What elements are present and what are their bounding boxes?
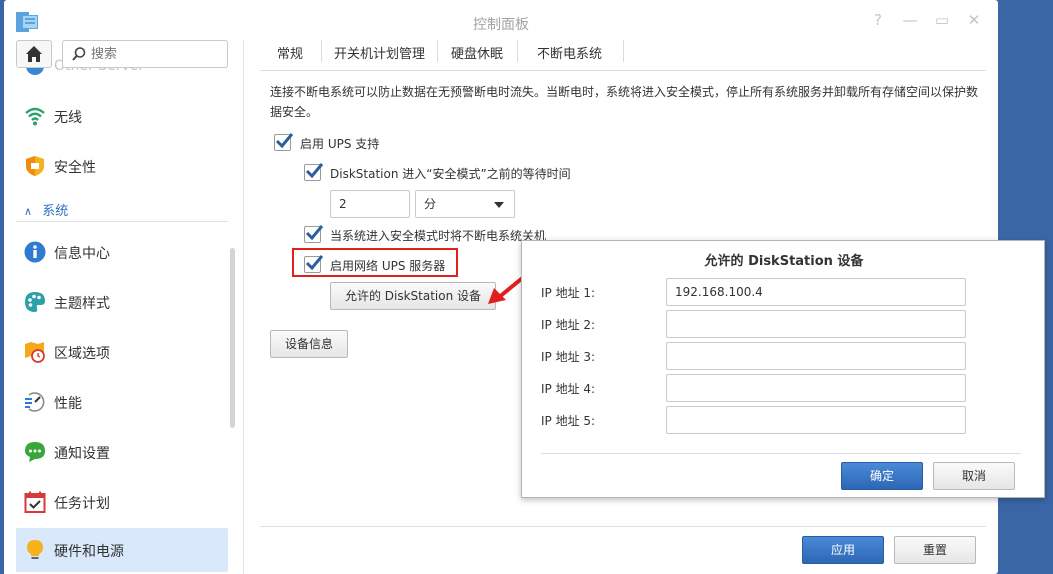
enable-ups-label: 启用 UPS 支持 [300,137,380,151]
cancel-button[interactable]: 取消 [933,462,1015,490]
tab-bar: 常规 开关机计划管理 硬盘休眠 不断电系统 [260,40,986,71]
ups-description: 连接不断电系统可以防止数据在无预警断电时流失。当断电时，系统将进入安全模式，停止… [270,85,979,119]
ip-address-4-label: IP 地址 4: [541,382,596,396]
reset-button[interactable]: 重置 [894,536,976,564]
ip-address-1-label: IP 地址 1: [541,286,596,300]
checkmark-icon [305,163,324,179]
home-icon [26,46,42,62]
ip-address-5-label: IP 地址 5: [541,414,596,428]
tab-separator [517,40,518,62]
sidebar-item-label: 硬件和电源 [54,544,124,560]
sidebar-item-label: 信息中心 [54,246,110,262]
wait-time-unit-select[interactable]: 分 [415,190,515,218]
sidebar-item-hardware-power[interactable]: 硬件和电源 [16,528,228,572]
sidebar-item-label: 区域选项 [54,346,110,362]
section-header-system[interactable]: ∧ 系统 [24,200,68,219]
tab-general[interactable]: 常规 [277,43,303,62]
wait-time-label: DiskStation 进入“安全模式”之前的等待时间 [330,167,571,181]
ip-address-3-label: IP 地址 3: [541,350,596,364]
checkmark-icon [275,133,294,149]
ok-button[interactable]: 确定 [841,462,923,490]
ip-address-5-input[interactable] [666,406,966,434]
sidebar-item-label: 安全性 [54,160,96,176]
tab-separator [437,40,438,62]
footer-divider [260,526,986,527]
ip-address-2-label: IP 地址 2: [541,318,596,332]
chat-icon [25,442,45,462]
sidebar-item-label: 任务计划 [54,496,110,512]
ip-address-3-input[interactable] [666,342,966,370]
bulb-icon [27,540,43,559]
search-input[interactable] [91,45,221,63]
ip-address-4-input[interactable] [666,374,966,402]
sidebar-item-security[interactable]: 安全性 [16,144,228,188]
ip-address-1-input[interactable]: 192.168.100.4 [666,278,966,306]
enable-ups-checkbox[interactable] [274,133,294,151]
sidebar-item-label: 性能 [54,396,82,412]
window-title: 控制面板 [473,17,529,33]
tab-hdd-hibernation[interactable]: 硬盘休眠 [451,43,503,62]
tab-separator [321,40,322,62]
maximize-icon[interactable]: ▭ [932,11,952,29]
search-box[interactable] [62,40,228,68]
tab-separator [623,40,624,62]
shutdown-ups-label: 当系统进入安全模式时将不断电系统关机 [330,229,547,243]
wait-time-input[interactable]: 2 [330,190,410,218]
divider [16,221,228,222]
section-header-label: 系统 [42,204,69,219]
allowed-devices-button[interactable]: 允许的 DiskStation 设备 [330,282,496,310]
sidebar-item-performance[interactable]: 性能 [16,380,228,424]
ip-address-2-input[interactable] [666,310,966,338]
info-icon [24,241,46,263]
caret-down-icon [494,202,504,208]
dialog-divider [541,453,1021,454]
close-icon[interactable]: ✕ [964,11,984,29]
wait-time-checkbox[interactable] [304,163,324,181]
sidebar-item-label: 通知设置 [54,446,110,462]
calendar-check-icon [24,491,46,513]
device-info-button[interactable]: 设备信息 [270,330,348,358]
help-icon[interactable]: ? [868,11,888,29]
tab-ups[interactable]: 不断电系统 [537,43,602,62]
chevron-up-icon: ∧ [24,205,33,218]
title-bar[interactable]: 控制面板 ? — ▭ ✕ [4,0,998,40]
dialog-title: 允许的 DiskStation 设备 [704,254,864,269]
palette-icon [25,292,45,312]
wifi-icon [25,107,45,126]
performance-icon [25,392,45,412]
sidebar-item-wireless[interactable]: 无线 [16,94,228,138]
sidebar-item-notifications[interactable]: 通知设置 [16,430,228,474]
home-button[interactable] [16,40,52,68]
minimize-icon[interactable]: — [900,11,920,29]
annotation-highlight-box [292,248,458,277]
sidebar: Other Server 无线 [4,40,244,574]
sidebar-item-regional-options[interactable]: 区域选项 [16,330,228,374]
allowed-devices-dialog: 允许的 DiskStation 设备 IP 地址 1: 192.168.100.… [521,240,1045,498]
shield-icon [26,156,44,176]
sidebar-item-task-scheduler[interactable]: 任务计划 [16,480,228,524]
sidebar-scrollbar[interactable] [230,248,235,428]
sidebar-item-label: 主题样式 [54,296,110,312]
sidebar-item-label: 无线 [54,110,82,126]
sidebar-item-info-center[interactable]: 信息中心 [16,230,228,274]
checkmark-icon [305,225,324,241]
tab-power-schedule[interactable]: 开关机计划管理 [334,43,425,62]
search-icon [72,47,86,61]
shutdown-ups-checkbox[interactable] [304,225,324,243]
map-clock-icon [25,342,45,363]
wait-time-unit-value: 分 [424,197,437,211]
apply-button[interactable]: 应用 [802,536,884,564]
sidebar-item-theme[interactable]: 主题样式 [16,280,228,324]
